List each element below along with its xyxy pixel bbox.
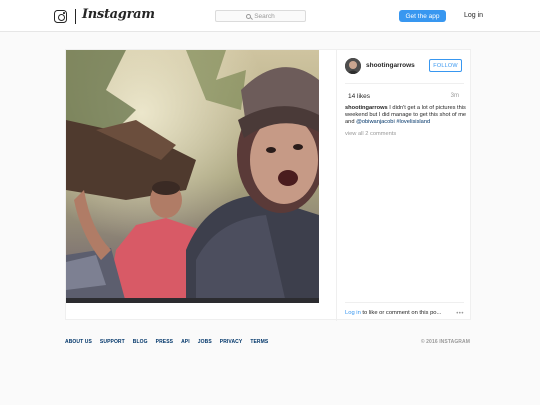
- footer-link-privacy[interactable]: PRIVACY: [220, 339, 243, 345]
- instagram-camera-icon[interactable]: [54, 10, 67, 23]
- get-app-button[interactable]: Get the app: [399, 10, 446, 22]
- logo-divider: [75, 9, 76, 24]
- footer-link-blog[interactable]: BLOG: [133, 339, 148, 345]
- post-timestamp[interactable]: 3m: [451, 93, 459, 99]
- comment-prompt: Log in to like or comment on this po...: [345, 310, 441, 316]
- search-placeholder: Search: [254, 12, 275, 20]
- avatar-image: [345, 58, 361, 74]
- caption-author[interactable]: shootingarrows: [345, 105, 388, 111]
- caption-mention[interactable]: @obiwanjacobi: [356, 119, 395, 125]
- footer-link-press[interactable]: PRESS: [156, 339, 173, 345]
- comment-prompt-text: to like or comment on this po...: [360, 310, 442, 316]
- comment-divider: [345, 302, 464, 303]
- caption-hashtag[interactable]: #lovelisisland: [396, 119, 430, 125]
- footer-link-support[interactable]: SUPPORT: [100, 339, 125, 345]
- post-card: shootingarrows FOLLOW 14 likes 3m shooti…: [65, 49, 472, 321]
- search-icon: [246, 13, 252, 19]
- more-options-icon[interactable]: •••: [456, 311, 464, 317]
- post-username[interactable]: shootingarrows: [366, 62, 415, 69]
- footer-link-about[interactable]: ABOUT US: [65, 339, 92, 345]
- login-link[interactable]: Log in: [464, 12, 483, 19]
- post-caption: shootingarrows I didn't get a lot of pic…: [345, 105, 475, 126]
- search-input[interactable]: Search: [215, 10, 306, 22]
- top-navigation-bar: Instagram Search Get the app Log in: [0, 0, 540, 32]
- header-divider: [345, 83, 464, 84]
- footer-link-api[interactable]: API: [181, 339, 190, 345]
- view-all-comments-link[interactable]: view all 2 comments: [345, 131, 396, 137]
- follow-button[interactable]: FOLLOW: [429, 59, 462, 72]
- footer-link-terms[interactable]: TERMS: [250, 339, 268, 345]
- footer-link-jobs[interactable]: JOBS: [198, 339, 212, 345]
- instagram-wordmark[interactable]: Instagram: [82, 7, 155, 22]
- copyright: © 2016 INSTAGRAM: [420, 339, 470, 345]
- post-sidebar: shootingarrows FOLLOW 14 likes 3m shooti…: [336, 50, 472, 321]
- post-photo-image: [66, 50, 319, 303]
- post-photo[interactable]: [66, 50, 319, 303]
- footer-links: ABOUT US SUPPORT BLOG PRESS API JOBS PRI…: [65, 339, 268, 345]
- avatar[interactable]: [345, 58, 361, 74]
- comment-login-link[interactable]: Log in: [345, 310, 361, 316]
- likes-count[interactable]: 14 likes: [348, 93, 370, 100]
